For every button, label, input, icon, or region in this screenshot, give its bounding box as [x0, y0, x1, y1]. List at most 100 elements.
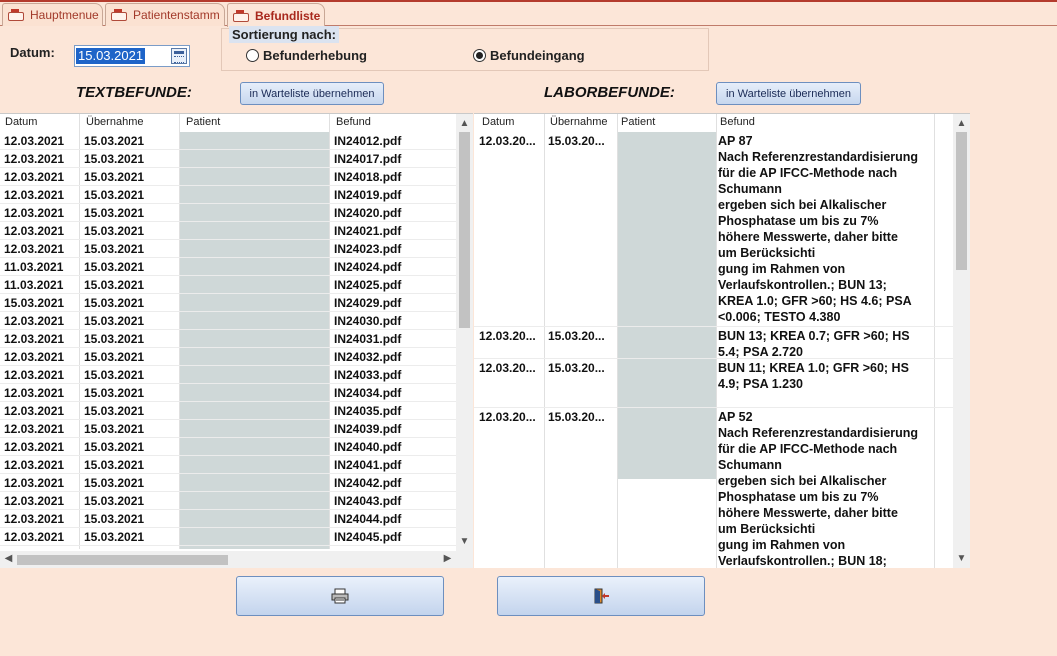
table-row[interactable]: 12.03.2021 15.03.2021 IN24031.pdf [0, 330, 456, 348]
table-row[interactable]: 12.03.20... 15.03.20... BUN 11; KREA 1.0; … [474, 359, 953, 408]
form-icon [232, 9, 250, 22]
column-header[interactable]: Übernahme [550, 116, 607, 128]
tab-label: Patientenstamm [133, 8, 220, 22]
uebernahme-cell: 15.03.2021 [84, 314, 145, 328]
column-header[interactable]: Befund [720, 116, 755, 128]
table-row[interactable]: 12.03.2021 15.03.2021 IN24041.pdf [0, 456, 456, 474]
tab-patientenstamm[interactable]: Patientenstamm [105, 3, 225, 26]
table-row[interactable]: 12.03.2021 15.03.2021 IN24034.pdf [0, 384, 456, 402]
table-row[interactable]: 15.03.2021 15.03.2021 IN24029.pdf [0, 294, 456, 312]
scroll-down-icon[interactable]: ▼ [456, 534, 473, 550]
uebernahme-cell: 15.03.20... [548, 361, 605, 375]
befund-cell: IN24032.pdf [334, 350, 402, 364]
radio-label: Befundeingang [490, 48, 585, 63]
table-row[interactable]: 12.03.2021 15.03.2021 IN24044.pdf [0, 510, 456, 528]
scroll-up-icon[interactable]: ▲ [456, 116, 473, 132]
uebernahme-cell: 15.03.2021 [84, 386, 145, 400]
column-header[interactable]: Patient [186, 116, 220, 128]
scroll-up-icon[interactable]: ▲ [953, 116, 970, 132]
horizontal-scrollbar[interactable]: ◀ ▶ [0, 551, 473, 568]
datum-cell: 12.03.2021 [4, 512, 65, 526]
datum-cell: 11.03.2021 [4, 260, 64, 274]
befund-cell: BUN 11; KREA 1.0; GFR >60; HS 4.9; PSA 1… [718, 361, 909, 391]
table-row[interactable]: 12.03.2021 15.03.2021 IN24035.pdf [0, 402, 456, 420]
column-header[interactable]: Patient [621, 116, 655, 128]
table-row[interactable]: 11.03.2021 15.03.2021 IN24025.pdf [0, 276, 456, 294]
befund-cell: IN24040.pdf [334, 440, 402, 454]
print-button[interactable] [236, 576, 444, 616]
table-row[interactable]: 12.03.2021 15.03.2021 IN24045.pdf [0, 528, 456, 546]
scroll-right-icon[interactable]: ▶ [439, 551, 456, 567]
table-row[interactable]: 12.03.2021 15.03.2021 IN24040.pdf [0, 438, 456, 456]
uebernahme-cell: 15.03.2021 [84, 368, 145, 382]
datum-cell: 12.03.20... [479, 134, 536, 148]
datum-cell: 12.03.2021 [4, 494, 65, 508]
datum-cell: 12.03.20... [479, 361, 536, 375]
table-row[interactable]: 12.03.2021 15.03.2021 IN24020.pdf [0, 204, 456, 222]
column-header[interactable]: Datum [5, 116, 37, 128]
befund-cell: IN24044.pdf [334, 512, 402, 526]
datum-cell: 12.03.20... [479, 410, 536, 424]
uebernahme-cell: 15.03.2021 [84, 242, 145, 256]
table-row[interactable]: 12.03.2021 15.03.2021 IN24021.pdf [0, 222, 456, 240]
befund-cell: IN24033.pdf [334, 368, 402, 382]
exit-button[interactable] [497, 576, 705, 616]
uebernahme-cell: 15.03.2021 [84, 422, 145, 436]
datum-cell: 12.03.2021 [4, 386, 65, 400]
scrollbar-thumb[interactable] [459, 132, 470, 328]
radio-button-selected[interactable] [473, 49, 486, 62]
datum-cell: 12.03.2021 [4, 206, 65, 220]
tab-hauptmenue[interactable]: Hauptmenue [2, 3, 103, 26]
datum-cell: 12.03.2021 [4, 224, 65, 238]
datum-cell: 12.03.2021 [4, 314, 65, 328]
column-header[interactable]: Datum [482, 116, 514, 128]
uebernahme-cell: 15.03.2021 [84, 224, 145, 238]
table-row[interactable]: 12.03.2021 15.03.2021 IN24033.pdf [0, 366, 456, 384]
table-row[interactable]: 12.03.2021 15.03.2021 IN24032.pdf [0, 348, 456, 366]
datum-input[interactable]: 15.03.2021 [74, 45, 190, 67]
table-row[interactable]: 11.03.2021 15.03.2021 IN24024.pdf [0, 258, 456, 276]
scrollbar-thumb[interactable] [17, 555, 228, 565]
radio-befundeingang[interactable]: Befundeingang [473, 48, 585, 63]
table-row[interactable]: 12.03.2021 15.03.2021 IN24012.pdf [0, 132, 456, 150]
scroll-left-icon[interactable]: ◀ [0, 551, 17, 567]
table-row[interactable]: 12.03.2021 15.03.2021 IN24039.pdf [0, 420, 456, 438]
datum-cell: 15.03.2021 [4, 296, 65, 310]
befund-cell: IN24019.pdf [334, 188, 402, 202]
table-row[interactable]: 12.03.2021 15.03.2021 IN24023.pdf [0, 240, 456, 258]
table-row[interactable]: 12.03.2021 15.03.2021 IN24030.pdf [0, 312, 456, 330]
befund-cell: IN24017.pdf [334, 152, 402, 166]
column-header[interactable]: Befund [336, 116, 371, 128]
datum-cell: 12.03.2021 [4, 440, 65, 454]
table-row[interactable]: 12.03.2021 15.03.2021 IN24017.pdf [0, 150, 456, 168]
datum-cell: 12.03.20... [479, 329, 536, 343]
table-row[interactable]: 12.03.20... 15.03.20... BUN 13; KREA 0.7; … [474, 327, 953, 359]
befund-cell: IN24043.pdf [334, 494, 402, 508]
calendar-icon[interactable] [171, 48, 187, 64]
form-icon [110, 9, 128, 21]
uebernahme-cell: 15.03.20... [548, 134, 605, 148]
scrollbar-thumb[interactable] [956, 132, 967, 270]
tab-bar: Hauptmenue Patientenstamm Befundliste [0, 0, 1057, 27]
labor-warteliste-button[interactable]: in Warteliste übernehmen [716, 82, 861, 105]
datum-cell: 12.03.2021 [4, 152, 65, 166]
table-row[interactable]: 12.03.2021 15.03.2021 IN24043.pdf [0, 492, 456, 510]
radio-button[interactable] [246, 49, 259, 62]
tab-befundliste[interactable]: Befundliste [227, 3, 325, 27]
befund-cell: IN24042.pdf [334, 476, 402, 490]
table-row[interactable]: 12.03.20... 15.03.20... AP 52 Nach Referen… [474, 408, 953, 568]
datum-cell: 12.03.2021 [4, 422, 65, 436]
vertical-scrollbar[interactable]: ▲ ▼ [456, 114, 473, 552]
table-row[interactable]: 12.03.2021 15.03.2021 IN24018.pdf [0, 168, 456, 186]
column-header[interactable]: Übernahme [86, 116, 143, 128]
text-warteliste-button[interactable]: in Warteliste übernehmen [240, 82, 384, 105]
radio-befunderhebung[interactable]: Befunderhebung [246, 48, 367, 63]
table-row[interactable]: 12.03.20... 15.03.20... AP 87 Nach Referen… [474, 132, 953, 327]
row-divider [0, 545, 456, 546]
table-row[interactable]: 12.03.2021 15.03.2021 IN24019.pdf [0, 186, 456, 204]
befund-cell: IN24012.pdf [334, 134, 402, 148]
scroll-down-icon[interactable]: ▼ [953, 551, 970, 567]
vertical-scrollbar[interactable]: ▲ ▼ [953, 114, 970, 568]
table-row[interactable]: 12.03.2021 15.03.2021 IN24042.pdf [0, 474, 456, 492]
uebernahme-cell: 15.03.2021 [84, 404, 145, 418]
